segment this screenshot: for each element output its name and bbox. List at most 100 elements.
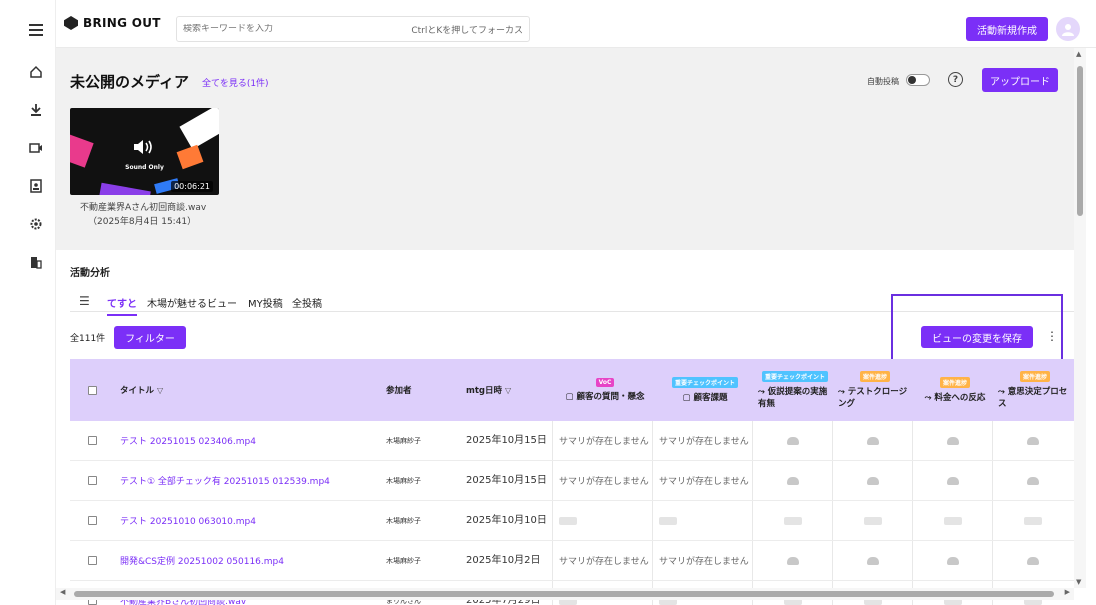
row-title-link[interactable]: テスト① 全部チェック有 20251015 012539.mp4 <box>120 474 330 487</box>
row-select-cell <box>84 461 114 500</box>
row-check-cell <box>832 421 912 460</box>
col-participant[interactable]: 参加者 <box>380 359 460 421</box>
filter-icon[interactable]: ▽ <box>505 386 511 395</box>
horizontal-scrollbar[interactable]: ◀ ▶ <box>56 588 1074 600</box>
row-title-link[interactable]: テスト 20251015 023406.mp4 <box>120 434 256 447</box>
media-filename: 不動産業界Aさん初回商談.wav <box>80 203 207 213</box>
auto-post-label: 自動投稿 <box>867 77 899 86</box>
cloud-icon <box>866 476 879 485</box>
filter-icon[interactable]: ▽ <box>157 386 163 395</box>
col-hypothesis[interactable]: 重要チェックポイント ⤳ 仮説提案の実施有無 <box>752 359 832 421</box>
empty-chip <box>863 516 882 525</box>
new-activity-button[interactable]: 活動新規作成 <box>966 17 1048 41</box>
row-mtg-datetime: 2025年10月15日 <box>466 434 547 446</box>
row-participant: 木場麻紗子 <box>386 436 421 445</box>
scroll-thumb[interactable] <box>74 591 1054 597</box>
search-box[interactable]: CtrlとKを押してフォーカス <box>176 16 530 42</box>
tab-all-posts[interactable]: 全投稿 <box>292 295 322 310</box>
more-options-icon[interactable]: ⋮ <box>1046 329 1058 343</box>
cloud-icon <box>946 436 959 445</box>
cloud-icon <box>1026 476 1039 485</box>
tab-test[interactable]: てすと <box>107 295 137 316</box>
tab-kiba-view[interactable]: 木場が魅せるビュー <box>147 295 237 310</box>
vertical-scrollbar[interactable]: ▲ ▼ <box>1074 48 1086 588</box>
cloud-icon <box>866 556 879 565</box>
gear-icon[interactable] <box>26 214 46 234</box>
download-icon[interactable] <box>26 100 46 120</box>
row-check-cell <box>752 461 832 500</box>
menu-icon[interactable] <box>26 20 46 40</box>
col-test-closing[interactable]: 案件進捗 ⤳ テストクロージング <box>832 359 912 421</box>
row-checkbox[interactable] <box>88 476 97 485</box>
see-all-link[interactable]: 全てを見る(1件) <box>202 76 269 89</box>
col-mtg-datetime[interactable]: mtg日時 ▽ <box>460 359 552 421</box>
contacts-icon[interactable] <box>26 176 46 196</box>
scroll-up-icon[interactable]: ▲ <box>1076 50 1081 58</box>
col-voc-label: ▢ 顧客の質問・懸念 <box>565 392 645 402</box>
table-body: テスト 20251015 023406.mp4 木場麻紗子 2025年10月15日サ… <box>70 421 1074 605</box>
row-hearing-empty <box>652 501 752 540</box>
help-icon[interactable]: ? <box>948 72 963 87</box>
home-icon[interactable] <box>26 62 46 82</box>
row-hearing: サマリが存在しません <box>652 461 752 500</box>
scroll-right-icon[interactable]: ▶ <box>1065 588 1070 596</box>
row-checkbox[interactable] <box>88 436 97 445</box>
video-icon[interactable] <box>26 138 46 158</box>
cloud-icon <box>1026 436 1039 445</box>
row-participant: 木場麻紗子 <box>386 556 421 565</box>
cloud-icon <box>946 476 959 485</box>
progress-tag: 案件進捗 <box>859 371 890 382</box>
media-duration: 00:06:21 <box>171 181 213 192</box>
row-checkbox[interactable] <box>88 516 97 525</box>
unpublished-media-section: 未公開のメディア 全てを見る(1件) 自動投稿 ? アップロード Sound O… <box>56 48 1074 250</box>
row-mtg-datetime: 2025年10月2日 <box>466 554 541 566</box>
row-check-cell <box>832 501 912 540</box>
row-hearing: サマリが存在しません <box>652 421 752 460</box>
brand-logo[interactable]: BRING OUT <box>64 16 161 30</box>
building-icon[interactable] <box>26 252 46 272</box>
row-checkbox[interactable] <box>88 556 97 565</box>
avatar[interactable] <box>1056 17 1080 41</box>
table-row[interactable]: テスト① 全部チェック有 20251015 012539.mp4 木場麻紗子 202… <box>70 461 1074 501</box>
row-check-cell <box>912 461 992 500</box>
scroll-down-icon[interactable]: ▼ <box>1076 578 1081 586</box>
progress-tag: 案件進捗 <box>1019 371 1050 382</box>
activity-table: タイトル ▽ 参加者 mtg日時 ▽ VoC ▢ 顧客の質問・懸念 重要チェックポイ… <box>70 359 1074 605</box>
auto-post-toggle[interactable] <box>906 74 930 86</box>
upload-button[interactable]: アップロード <box>982 68 1058 92</box>
table-row[interactable]: テスト 20251010 063010.mp4 木場麻紗子 2025年10月10日 <box>70 501 1074 541</box>
user-icon <box>1062 24 1074 36</box>
cloud-icon <box>946 556 959 565</box>
search-input[interactable] <box>183 24 412 34</box>
row-title-cell: テスト 20251015 023406.mp4 <box>114 421 384 460</box>
row-participant: 木場麻紗子 <box>386 516 421 525</box>
checkpoint-tag: 重要チェックポイント <box>761 371 828 382</box>
col-price-reaction[interactable]: 案件進捗 ⤳ 料金への反応 <box>912 359 992 421</box>
col-decision-process[interactable]: 案件進捗 ⤳ 意思決定プロセス <box>992 359 1072 421</box>
tab-my-posts[interactable]: MY投稿 <box>248 295 283 310</box>
select-all-checkbox[interactable] <box>88 385 97 395</box>
view-menu-icon[interactable]: ☰ <box>79 294 90 308</box>
scroll-left-icon[interactable]: ◀ <box>60 588 65 596</box>
row-title-link[interactable]: 開発&CS定例 20251002 050116.mp4 <box>120 554 284 567</box>
col-title[interactable]: タイトル ▽ <box>114 359 384 421</box>
table-row[interactable]: テスト 20251015 023406.mp4 木場麻紗子 2025年10月15日 サ… <box>70 421 1074 461</box>
filter-button[interactable]: フィルター <box>114 326 186 349</box>
row-voc-empty <box>552 501 652 540</box>
col-hearing[interactable]: 重要チェックポイント ▢ 顧客課題 <box>652 359 752 421</box>
row-voc: サマリが存在しません <box>552 541 652 580</box>
col-voc[interactable]: VoC ▢ 顧客の質問・懸念 <box>552 359 652 421</box>
row-check-cell <box>912 541 992 580</box>
media-thumbnail[interactable]: Sound Only 00:06:21 <box>70 108 219 195</box>
scroll-thumb[interactable] <box>1077 66 1083 216</box>
col-test-closing-label: ⤳ テストクロージング <box>838 387 908 409</box>
table-header: タイトル ▽ 参加者 mtg日時 ▽ VoC ▢ 顧客の質問・懸念 重要チェックポイ… <box>70 359 1074 421</box>
progress-tag: 案件進捗 <box>939 377 970 388</box>
row-mtg-datetime: 2025年10月10日 <box>466 514 547 526</box>
row-title-link[interactable]: テスト 20251010 063010.mp4 <box>120 514 256 527</box>
row-voc: サマリが存在しません <box>552 461 652 500</box>
table-row[interactable]: 開発&CS定例 20251002 050116.mp4 木場麻紗子 2025年10月… <box>70 541 1074 581</box>
voc-tag: VoC <box>595 378 615 387</box>
media-section-title: 未公開のメディア <box>70 73 189 91</box>
save-view-button[interactable]: ビューの変更を保存 <box>921 326 1033 348</box>
